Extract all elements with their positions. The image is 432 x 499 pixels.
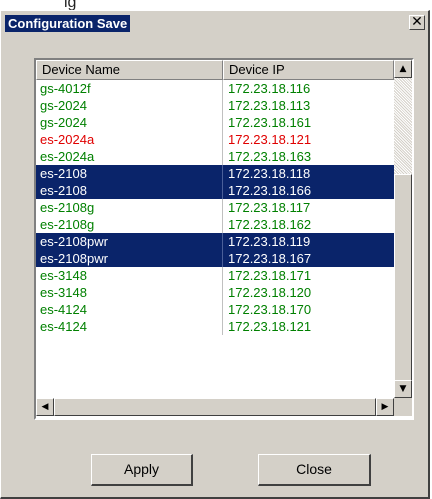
column-divider [222,182,223,199]
column-divider [222,216,223,233]
device-ip-cell: 172.23.18.161 [228,115,312,130]
configuration-save-dialog: Configuration Save ✕ Device Name Device … [0,10,430,499]
column-divider [222,131,223,148]
device-ip-cell: 172.23.18.171 [228,268,312,283]
scrollbar-corner [394,398,412,416]
device-name-cell: es-2024a [40,149,95,164]
device-ip-cell: 172.23.18.118 [228,166,311,181]
device-name-cell: es-4124 [40,319,87,334]
device-name-cell: gs-4012f [40,81,91,96]
device-ip-cell: 172.23.18.117 [228,200,311,215]
table-row[interactable]: es-4124 172.23.18.170 [36,301,394,318]
table-row[interactable]: es-2108 172.23.18.118 [36,165,394,182]
vertical-scrollbar[interactable]: ▲ ▼ [394,60,412,398]
device-name-cell: es-3148 [40,268,87,283]
table-row[interactable]: es-3148 172.23.18.120 [36,284,394,301]
device-ip-cell: 172.23.18.121 [228,319,312,334]
device-name-cell: gs-2024 [40,115,87,130]
left-arrow-icon[interactable]: ◀ [36,398,54,416]
device-ip-cell: 172.23.18.116 [228,81,311,96]
close-icon[interactable]: ✕ [409,15,425,30]
device-ip-cell: 172.23.18.167 [228,251,312,266]
device-name-cell: es-2108pwr [40,234,108,249]
table-row[interactable]: es-2108pwr 172.23.18.167 [36,250,394,267]
title-bar: Configuration Save ✕ [2,12,427,34]
table-row[interactable]: es-3148 172.23.18.171 [36,267,394,284]
device-ip-cell: 172.23.18.163 [228,149,312,164]
column-header-device-name[interactable]: Device Name [36,60,223,80]
device-name-cell: es-2024a [40,132,95,147]
list-header: Device Name Device IP [36,60,394,80]
column-divider [222,284,223,301]
table-row[interactable]: es-2108pwr 172.23.18.119 [36,233,394,250]
right-arrow-icon[interactable]: ▶ [376,398,394,416]
table-row[interactable]: es-2108g 172.23.18.117 [36,199,394,216]
table-row[interactable]: es-2024a 172.23.18.121 [36,131,394,148]
device-ip-cell: 172.23.18.113 [228,98,311,113]
column-divider [222,318,223,335]
device-ip-cell: 172.23.18.162 [228,217,312,232]
device-ip-cell: 172.23.18.170 [228,302,312,317]
column-divider [222,199,223,216]
device-ip-cell: 172.23.18.166 [228,183,312,198]
column-divider [222,267,223,284]
device-name-cell: es-2108g [40,217,95,232]
device-name-cell: es-2108pwr [40,251,108,266]
table-row[interactable]: gs-2024 172.23.18.161 [36,114,394,131]
vertical-scroll-thumb[interactable] [394,174,412,386]
close-button[interactable]: Close [258,454,371,486]
table-row[interactable]: es-2108 172.23.18.166 [36,182,394,199]
column-divider [222,97,223,114]
device-ip-cell: 172.23.18.120 [228,285,312,300]
column-divider [222,148,223,165]
device-name-cell: es-2108 [40,183,87,198]
column-divider [222,250,223,267]
table-row[interactable]: gs-2024 172.23.18.113 [36,97,394,114]
device-ip-cell: 172.23.18.121 [228,132,312,147]
device-name-cell: es-2108 [40,166,87,181]
table-row[interactable]: es-2024a 172.23.18.163 [36,148,394,165]
column-divider [222,114,223,131]
column-divider [222,301,223,318]
device-name-cell: gs-2024 [40,98,87,113]
horizontal-scrollbar[interactable]: ◀ ▶ [36,398,394,416]
device-name-cell: es-4124 [40,302,87,317]
device-name-cell: es-3148 [40,285,87,300]
apply-button[interactable]: Apply [91,454,193,486]
list-rows: gs-4012f 172.23.18.116 gs-2024 172.23.18.11… [36,80,394,335]
up-arrow-icon[interactable]: ▲ [394,60,412,78]
table-row[interactable]: es-4124 172.23.18.121 [36,318,394,335]
column-header-device-ip[interactable]: Device IP [223,60,394,80]
device-ip-cell: 172.23.18.119 [228,234,311,249]
dialog-title: Configuration Save [5,15,131,32]
device-list[interactable]: Device Name Device IP gs-4012f 172.23.18.… [34,58,414,420]
table-row[interactable]: gs-4012f 172.23.18.116 [36,80,394,97]
column-divider [222,80,223,97]
column-divider [222,233,223,250]
column-divider [222,165,223,182]
table-row[interactable]: es-2108g 172.23.18.162 [36,216,394,233]
device-name-cell: es-2108g [40,200,95,215]
down-arrow-icon[interactable]: ▼ [394,380,412,398]
horizontal-scroll-thumb[interactable] [54,398,376,416]
